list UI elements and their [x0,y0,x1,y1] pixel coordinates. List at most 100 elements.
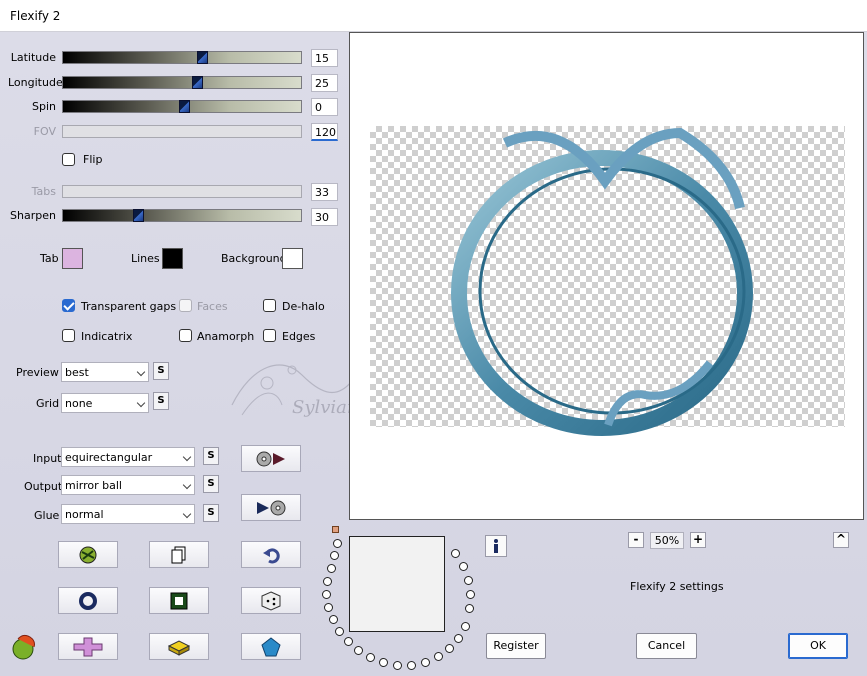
input-select[interactable]: equirectangular [61,447,195,467]
grid-s-button[interactable]: S [153,392,169,410]
play-to-disc-icon [257,500,286,515]
background-color-swatch[interactable] [282,248,303,269]
frame-icon [170,592,188,609]
glue-label: Glue [34,509,60,522]
transparent-gaps-checkbox[interactable] [62,299,75,312]
input-s-button[interactable]: S [203,447,219,465]
preset-dot[interactable] [451,549,460,558]
flip-checkbox[interactable] [62,153,75,166]
sharpen-slider-thumb[interactable] [133,209,145,222]
faces-checkbox [179,299,192,312]
chevron-down-icon [182,480,192,490]
preset-dot[interactable] [323,577,332,586]
preset-dot[interactable] [330,551,339,560]
ring-button[interactable] [58,587,118,614]
glue-select-value: normal [65,508,104,521]
info-button[interactable] [485,535,507,557]
sharpen-slider[interactable] [62,209,302,222]
output-s-button[interactable]: S [203,475,219,493]
zoom-level: 50% [650,532,684,549]
preset-dot[interactable] [461,622,470,631]
preview-s-button[interactable]: S [153,362,169,380]
zoom-in-button[interactable]: + [690,532,706,548]
spin-slider-thumb[interactable] [178,100,190,113]
longitude-label: Longitude [8,76,63,89]
edges-checkbox[interactable] [263,329,276,342]
indicatrix-checkbox[interactable] [62,329,75,342]
settings-title: Flexify 2 settings [630,580,724,593]
anamorph-checkbox[interactable] [179,329,192,342]
de-halo-checkbox[interactable] [263,299,276,312]
fov-field[interactable]: 120 [311,123,338,141]
thumbnail-marker [332,526,339,533]
preset-dot[interactable] [366,653,375,662]
preview-canvas[interactable] [349,32,864,520]
preset-dot[interactable] [322,590,331,599]
preset-dot[interactable] [379,658,388,667]
sharpen-field[interactable]: 30 [311,208,338,226]
edges-label: Edges [282,330,316,343]
preset-dot[interactable] [335,627,344,636]
output-label: Output [24,480,63,493]
output-select[interactable]: mirror ball [61,475,195,495]
copy-icon [171,546,186,563]
gem-button[interactable] [241,633,301,660]
spin-field[interactable]: 0 [311,98,338,116]
brick-button[interactable] [149,633,209,660]
preset-dot[interactable] [434,652,443,661]
randomize-planet-button[interactable] [58,541,118,568]
output-transfer-button[interactable] [241,494,301,521]
preset-dot[interactable] [327,564,336,573]
preset-dot[interactable] [454,634,463,643]
preset-dot[interactable] [459,562,468,571]
zoom-out-button[interactable]: - [628,532,644,548]
cancel-button[interactable]: Cancel [636,633,697,659]
grid-label: Grid [36,397,60,410]
preset-dot[interactable] [393,661,402,670]
longitude-slider-thumb[interactable] [192,76,204,89]
latitude-slider[interactable] [62,51,302,64]
lines-color-label: Lines [131,252,160,265]
preset-dot[interactable] [333,539,342,548]
background-color-label: Background [221,252,287,265]
longitude-field[interactable]: 25 [311,74,338,92]
settings-thumbnail[interactable] [349,536,445,632]
flip-label: Flip [83,153,103,166]
glue-select[interactable]: normal [61,504,195,524]
longitude-slider[interactable] [62,76,302,89]
preset-dot[interactable] [445,644,454,653]
output-select-value: mirror ball [65,479,122,492]
gem-icon [261,636,281,656]
preset-dot[interactable] [465,604,474,613]
preset-dot[interactable] [354,646,363,655]
fov-label: FOV [33,125,56,138]
ok-button[interactable]: OK [788,633,848,659]
spin-slider[interactable] [62,100,302,113]
register-button[interactable]: Register [486,633,546,659]
preset-dot[interactable] [464,576,473,585]
tab-color-swatch[interactable] [62,248,83,269]
preset-dot[interactable] [407,661,416,670]
glue-s-button[interactable]: S [203,504,219,522]
tabs-slider [62,185,302,198]
preview-select[interactable]: best [61,362,149,382]
input-transfer-button[interactable] [241,445,301,472]
preset-dot[interactable] [329,615,338,624]
preset-dot[interactable] [466,590,475,599]
preset-dot[interactable] [344,637,353,646]
globe-icon [79,546,97,563]
lines-color-swatch[interactable] [162,248,183,269]
copy-button[interactable] [149,541,209,568]
cross-button[interactable] [58,633,118,660]
de-halo-label: De-halo [282,300,325,313]
grid-select[interactable]: none [61,393,149,413]
undo-button[interactable] [241,541,301,568]
latitude-slider-thumb[interactable] [196,51,208,64]
frame-button[interactable] [149,587,209,614]
collapse-button[interactable]: ^ [833,532,849,548]
chevron-down-icon [136,398,146,408]
preset-dot[interactable] [421,658,430,667]
random-button[interactable] [241,587,301,614]
latitude-field[interactable]: 15 [311,49,338,67]
preset-dot[interactable] [324,603,333,612]
